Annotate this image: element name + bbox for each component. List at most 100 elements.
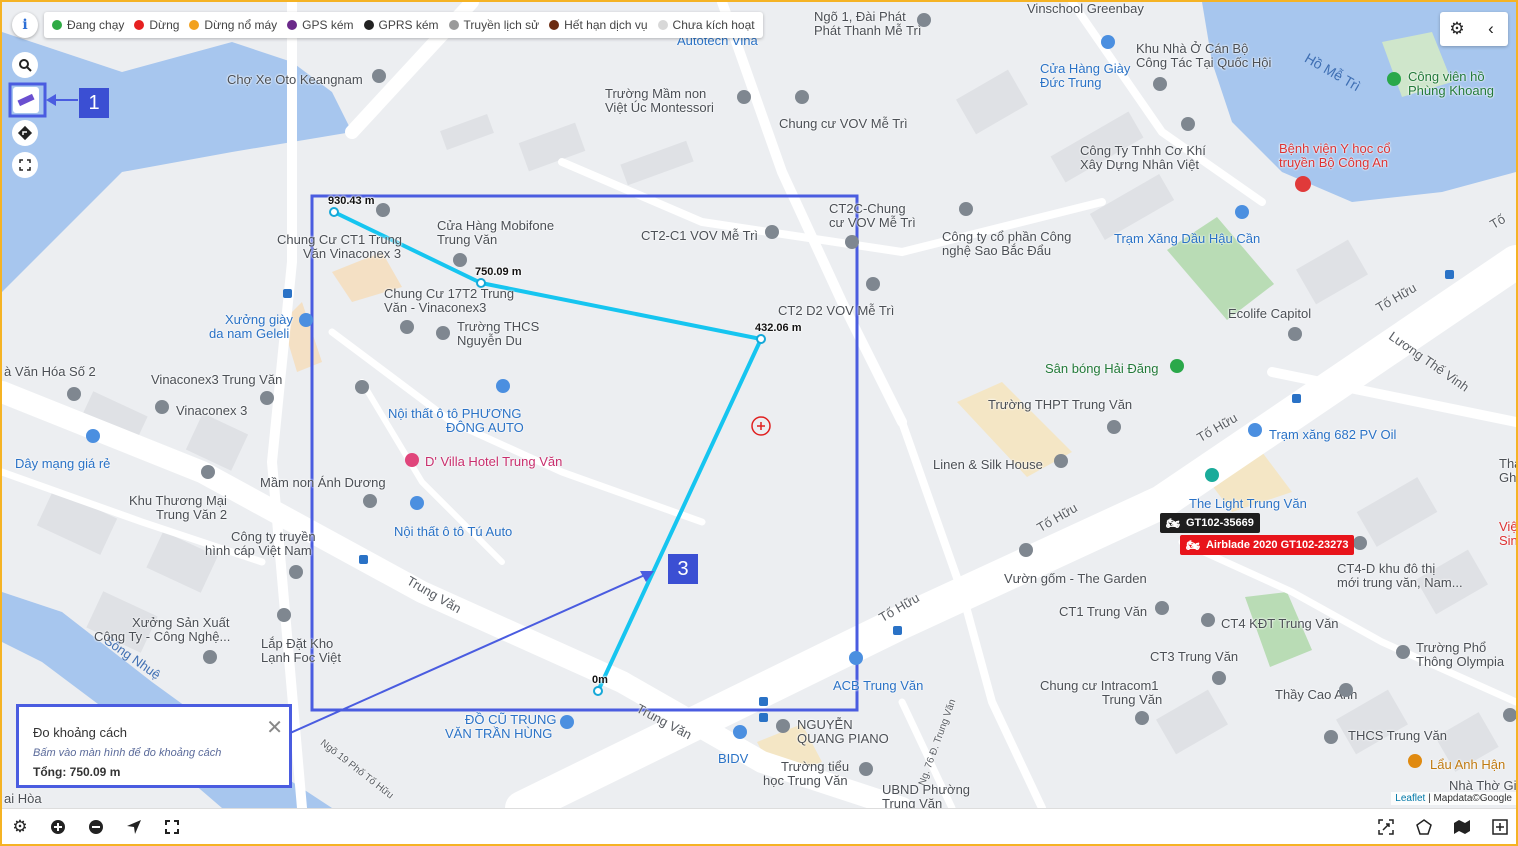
measure-total: Tổng: 750.09 m xyxy=(33,765,121,779)
info-button[interactable]: i xyxy=(12,12,38,38)
pin-icon xyxy=(1181,117,1195,131)
bus-stop-icon xyxy=(893,626,902,635)
pin-icon xyxy=(1212,671,1226,685)
pin-icon xyxy=(201,465,215,479)
pin-icon xyxy=(1155,601,1169,615)
extent-icon[interactable] xyxy=(1368,809,1404,844)
locate-icon[interactable] xyxy=(116,809,152,844)
pin-icon xyxy=(1387,72,1401,86)
gear-icon[interactable]: ⚙ xyxy=(2,809,38,844)
annotation-badge: 1 xyxy=(79,88,109,118)
leaflet-link[interactable]: Leaflet xyxy=(1395,793,1425,804)
pin-icon xyxy=(277,608,291,622)
pin-icon xyxy=(849,651,863,665)
pin-icon xyxy=(1153,77,1167,91)
legend-item: Truyền lịch sử xyxy=(448,18,540,32)
legend-label: Dừng xyxy=(149,18,180,32)
pin-icon xyxy=(866,277,880,291)
vehicle-marker[interactable]: 🏍 GT102-35669 xyxy=(1160,513,1260,533)
status-legend: Đang chạy Dừng Dừng nổ máy GPS kém GPRS kém T… xyxy=(44,12,763,38)
bus-stop-icon xyxy=(759,697,768,706)
pin-icon xyxy=(410,496,424,510)
vehicle-marker[interactable]: 🏍 Airblade 2020 GT102-23273 xyxy=(1180,535,1355,555)
pin-icon xyxy=(1235,205,1249,219)
pin-icon xyxy=(1503,708,1516,722)
polygon-icon[interactable] xyxy=(1406,809,1442,844)
ruler-icon[interactable] xyxy=(13,87,39,113)
pin-icon xyxy=(1107,420,1121,434)
pin-icon xyxy=(400,320,414,334)
legend-label: Dừng nổ máy xyxy=(204,18,278,32)
add-icon[interactable] xyxy=(1482,809,1516,844)
zoom-in-icon[interactable] xyxy=(40,809,76,844)
pin-icon xyxy=(917,13,931,27)
status-dot-icon xyxy=(549,20,560,30)
top-right-controls: ⚙ ‹ xyxy=(1440,12,1508,46)
zoom-out-icon[interactable] xyxy=(78,809,114,844)
pin-icon xyxy=(1135,711,1149,725)
pin-icon xyxy=(765,225,779,239)
directions-icon[interactable] xyxy=(12,120,38,146)
pin-icon xyxy=(363,494,377,508)
legend-label: Đang chạy xyxy=(67,18,125,32)
measure-label: 930.43 m xyxy=(328,195,375,207)
measure-help: Bấm vào màn hình để đo khoảng cách xyxy=(33,747,222,759)
pin-icon xyxy=(1019,543,1033,557)
app-frame: Hồ Mễ Trì Tố Hữu Tố Hữu Tố Hữu Tố Hữu Tố… xyxy=(0,0,1518,846)
pin-icon xyxy=(436,326,450,340)
measure-title: Đo khoảng cách xyxy=(33,725,127,740)
pin-icon xyxy=(155,400,169,414)
pin-icon xyxy=(86,429,100,443)
legend-label: Truyền lịch sử xyxy=(463,18,540,32)
poi-pins xyxy=(67,13,1516,776)
motorbike-icon: 🏍 xyxy=(1166,517,1180,530)
layers-icon[interactable] xyxy=(1444,809,1480,844)
close-icon[interactable]: ✕ xyxy=(266,715,283,740)
fullscreen-icon[interactable] xyxy=(12,152,38,178)
status-dot-icon xyxy=(134,20,145,30)
map-attribution: Leaflet | Mapdata©Google xyxy=(1391,792,1516,805)
pin-icon xyxy=(776,719,790,733)
legend-item: GPRS kém xyxy=(363,18,439,32)
annotation-badge: 3 xyxy=(668,554,698,584)
pin-icon xyxy=(1101,35,1115,49)
pin-icon xyxy=(1324,730,1338,744)
status-dot-icon xyxy=(657,20,668,30)
pin-icon xyxy=(496,379,510,393)
pin-icon xyxy=(845,235,859,249)
search-icon[interactable] xyxy=(12,52,38,78)
pin-icon xyxy=(1248,423,1262,437)
legend-item: Dừng xyxy=(134,18,179,32)
pin-icon xyxy=(733,725,747,739)
legend-item: Đang chạy xyxy=(52,18,124,32)
pin-icon xyxy=(859,762,873,776)
status-dot-icon xyxy=(363,20,374,30)
map-canvas[interactable]: Hồ Mễ Trì Tố Hữu Tố Hữu Tố Hữu Tố Hữu Tố… xyxy=(2,2,1516,808)
legend-item: Chưa kích hoạt xyxy=(657,18,755,32)
bus-stop-icon xyxy=(759,713,768,722)
legend-label: GPRS kém xyxy=(378,18,439,32)
bus-stop-icon xyxy=(283,289,292,298)
pin-icon xyxy=(1353,536,1367,550)
pin-icon xyxy=(1201,613,1215,627)
pin-icon xyxy=(376,203,390,217)
pin-icon xyxy=(355,380,369,394)
restaurant-icon xyxy=(1408,754,1422,768)
bus-stop-icon xyxy=(359,555,368,564)
pin-icon xyxy=(203,650,217,664)
fullscreen-icon[interactable] xyxy=(154,809,190,844)
pin-icon xyxy=(299,313,313,327)
pin-icon xyxy=(1054,454,1068,468)
legend-item: Hết hạn dịch vụ xyxy=(549,18,648,32)
motorbike-icon: 🏍 xyxy=(1186,539,1200,552)
gear-icon[interactable]: ⚙ xyxy=(1440,12,1474,46)
hospital-icon xyxy=(1295,176,1311,192)
bus-stop-icon xyxy=(1445,270,1454,279)
measure-label: 0m xyxy=(592,674,608,686)
pin-icon xyxy=(260,391,274,405)
pin-icon xyxy=(737,90,751,104)
chevron-left-icon[interactable]: ‹ xyxy=(1474,12,1508,46)
status-dot-icon xyxy=(448,20,459,30)
pin-icon xyxy=(560,715,574,729)
status-dot-icon xyxy=(52,20,62,30)
